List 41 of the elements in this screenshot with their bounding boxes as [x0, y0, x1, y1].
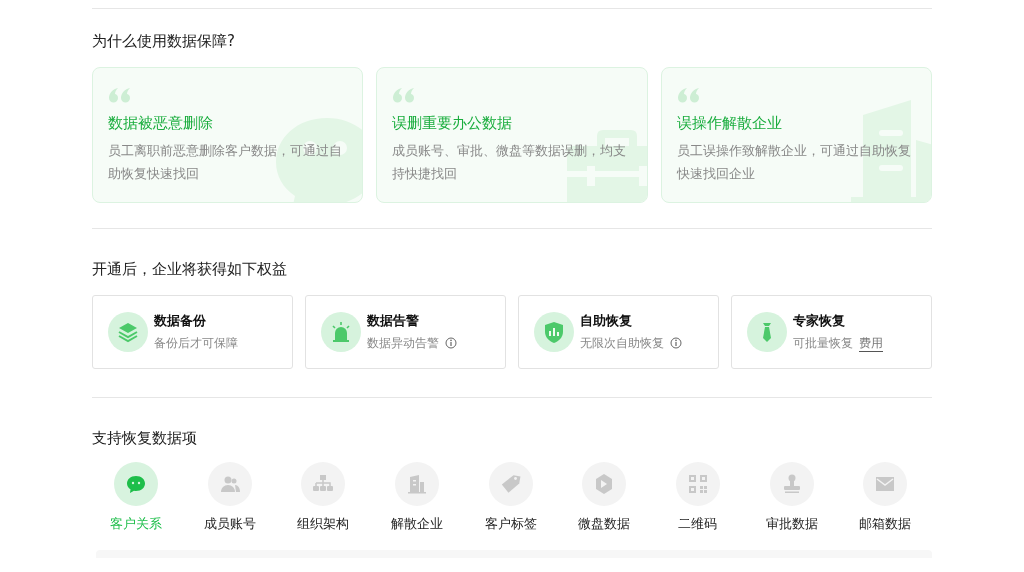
data-item-tab[interactable]: 组织架构 — [276, 462, 370, 532]
data-item-tab[interactable]: 二维码 — [651, 462, 745, 532]
necktie-icon — [747, 312, 787, 352]
card-title: 数据被恶意删除 — [108, 113, 213, 133]
benefit-title: 数据备份 — [154, 312, 206, 330]
fee-link[interactable]: 费用 — [859, 334, 883, 352]
benefit-title: 自助恢复 — [580, 312, 632, 330]
benefit-text: 数据异动告警 — [367, 335, 439, 352]
quote-icon — [676, 87, 701, 103]
quote-icon — [108, 87, 132, 103]
data-item-tab[interactable]: 邮箱数据 — [838, 462, 932, 532]
section-title: 开通后，企业将获得如下权益 — [92, 259, 288, 279]
tag-icon — [488, 462, 533, 506]
data-item-tab[interactable]: 解散企业 — [370, 462, 464, 532]
card-text: 员工误操作致解散企业，可通过自助恢复快速找回企业 — [676, 142, 912, 183]
section-title: 为什么使用数据保障? — [92, 31, 236, 51]
card-text: 员工离职前恶意删除客户数据，可通过自助恢复快速找回 — [108, 142, 343, 183]
benefit-title: 数据告警 — [367, 312, 419, 330]
stamp-icon — [769, 462, 814, 506]
data-item-tab[interactable]: 审批数据 — [744, 462, 839, 532]
qr-code-icon — [675, 462, 720, 506]
data-item-tab[interactable]: 客户标签 — [463, 462, 558, 532]
data-item-tab[interactable]: 微盘数据 — [557, 462, 652, 532]
card-text: 成员账号、审批、微盘等数据误删，均支持快捷找回 — [392, 142, 628, 183]
quote-icon — [392, 87, 417, 103]
benefit-text: 无限次自助恢复 — [580, 335, 664, 352]
org-chart-icon — [301, 462, 346, 506]
benefit-title: 专家恢复 — [793, 312, 845, 330]
card-title: 误操作解散企业 — [676, 113, 782, 133]
building-icon — [394, 462, 439, 506]
benefit-text: 可批量恢复 — [793, 335, 853, 352]
section-title: 支持恢复数据项 — [92, 428, 198, 448]
people-icon — [207, 462, 252, 506]
envelope-icon — [863, 462, 908, 506]
shield-chart-icon — [534, 312, 574, 352]
benefit-text: 备份后才可保障 — [154, 335, 238, 352]
data-item-tab[interactable]: 成员账号 — [182, 462, 277, 532]
chat-bubble-icon — [113, 462, 158, 506]
layers-icon — [108, 312, 148, 352]
alarm-light-icon — [321, 312, 361, 352]
card-title: 误删重要办公数据 — [392, 113, 513, 133]
